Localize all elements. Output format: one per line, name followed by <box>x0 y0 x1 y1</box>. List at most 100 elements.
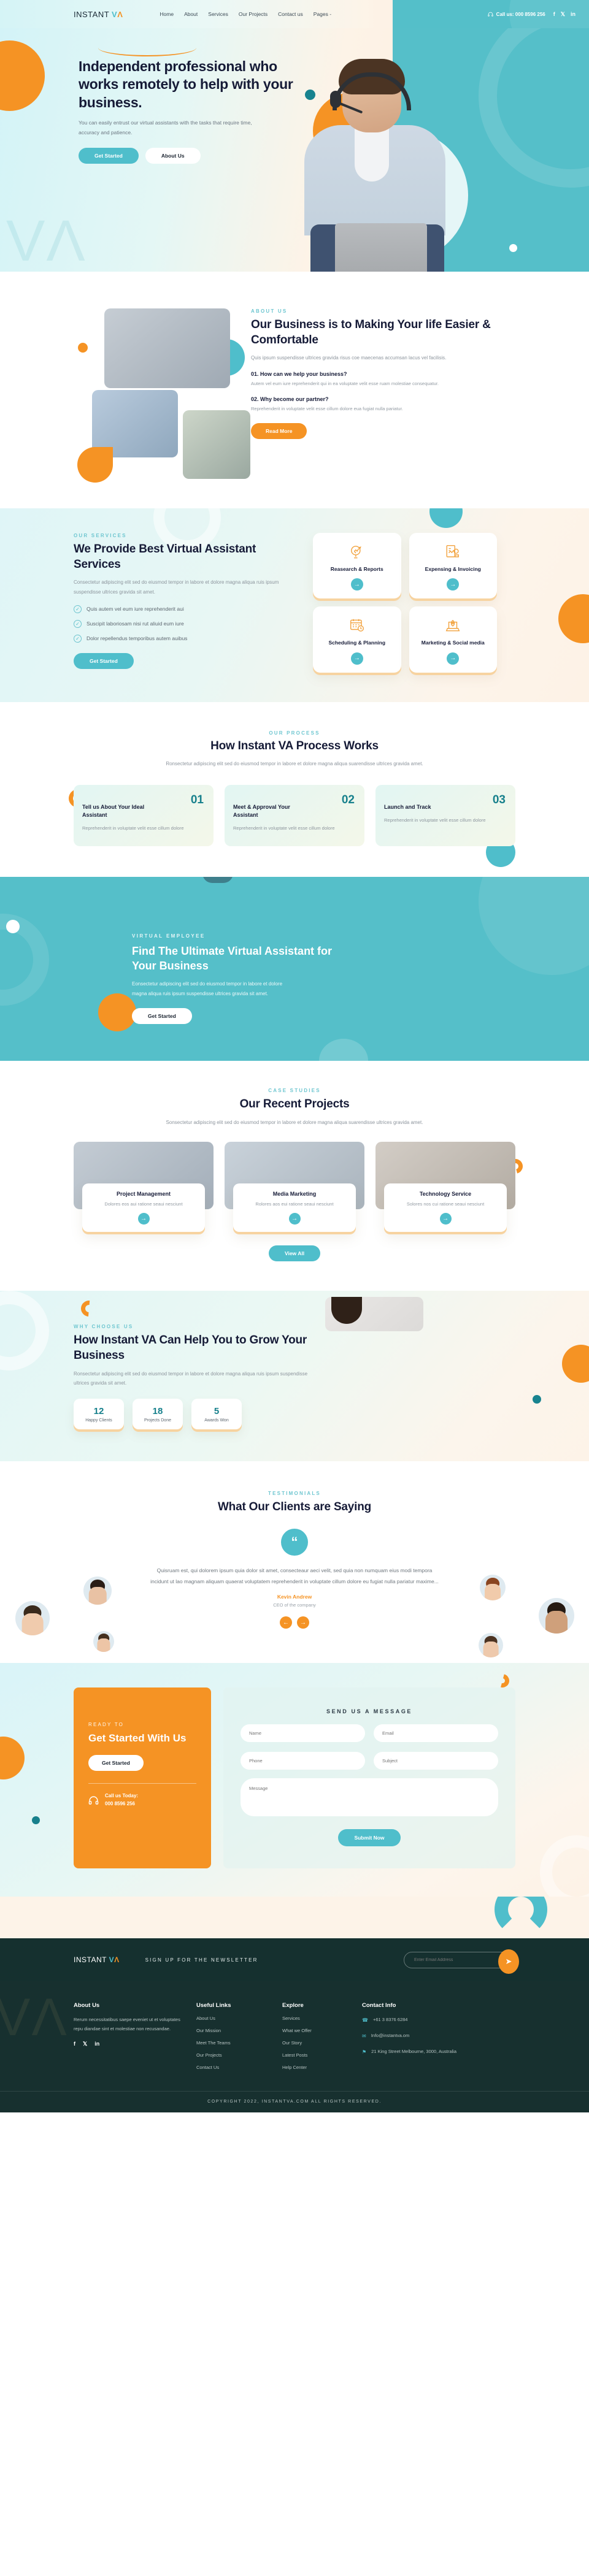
footer-link-about-us[interactable]: About Us <box>196 2016 274 2021</box>
avatar[interactable] <box>479 1632 503 1657</box>
nav-item-contact-us[interactable]: Contact us <box>278 11 303 17</box>
process-step-title: Meet & Approval Your Assistant <box>233 803 290 818</box>
why-stats: 12 Happy Clients 18 Projects Done 5 Awar… <box>74 1398 319 1429</box>
about-decor-orange-dot <box>78 343 88 353</box>
footer-link-services[interactable]: Services <box>282 2016 353 2021</box>
linkedin-icon[interactable]: in <box>571 11 576 18</box>
process-header: OUR PROCESS How Instant VA Process Works… <box>104 730 485 769</box>
about-faq-question-1[interactable]: 01. How can we help your business? <box>251 371 499 377</box>
paper-plane-icon[interactable]: ➤ <box>498 1949 519 1974</box>
service-card[interactable]: Marketing & Social media → <box>409 606 497 673</box>
service-card[interactable]: Reasearch & Reports → <box>313 533 401 599</box>
check-circle-icon: ✓ <box>74 619 82 628</box>
contact-ready-label: READY TO <box>88 1722 125 1728</box>
service-card[interactable]: Expensing & Invoicing → <box>409 533 497 599</box>
arrow-right-icon[interactable]: → <box>439 1213 452 1225</box>
process-step-number: 01 <box>190 793 204 806</box>
arrow-right-icon[interactable]: → <box>350 578 363 591</box>
services-check-item: ✓ Suscipit laboriosam nisi rut aliuid eum… <box>74 619 294 628</box>
header-call[interactable]: Call us: 000 8596 256 <box>488 12 545 17</box>
process-description: Ronsectetur adipiscing elit sed do eiusm… <box>166 761 423 767</box>
submit-now-button[interactable]: Submit Now <box>338 1829 401 1847</box>
cta-decor-white-dot <box>6 919 20 933</box>
about-faq-question-2[interactable]: 02. Why become our partner? <box>251 396 499 402</box>
linkedin-icon[interactable]: in <box>94 2041 99 2047</box>
arrow-left-icon[interactable]: ← <box>280 1616 292 1629</box>
project-item[interactable]: Technology Service Solores nos cui ratio… <box>375 1141 515 1233</box>
twitter-icon[interactable]: 𝕏 <box>561 11 565 18</box>
footer-logo[interactable]: INSTANT VΛ <box>74 1955 120 1964</box>
stat-label: Awards Won <box>204 1418 229 1423</box>
newsletter-decor-wrap <box>0 1897 589 1939</box>
testimonials-section: TESTIMONIALS What Our Clients are Saying… <box>0 1461 589 1664</box>
arrow-right-icon[interactable]: → <box>350 652 363 665</box>
process-step[interactable]: 02 Meet & Approval Your Assistant Repreh… <box>225 784 364 846</box>
contact-get-started-button[interactable]: Get Started <box>88 1755 144 1771</box>
project-item[interactable]: Media Marketing Rolores aos eui ratione … <box>225 1141 364 1233</box>
about-photo-woman <box>183 410 250 479</box>
arrow-right-icon[interactable]: → <box>288 1213 301 1225</box>
projects-eyebrow: CASE STUDIES <box>268 1087 321 1093</box>
process-step[interactable]: 03 Launch and Track Reprehenderit in vol… <box>375 784 515 846</box>
hero-get-started-button[interactable]: Get Started <box>79 147 139 164</box>
email-field[interactable] <box>374 1724 498 1743</box>
footer-link-meet-the-teams[interactable]: Meet The Teams <box>196 2040 274 2046</box>
footer-social: f 𝕏 in <box>74 2041 188 2047</box>
projects-header: CASE STUDIES Our Recent Projects Sonsect… <box>98 1088 491 1127</box>
stat-label: Projects Done <box>144 1418 171 1423</box>
nav-item-services[interactable]: Services <box>208 11 228 17</box>
footer-contact-phone-text: +61 3 8376 6284 <box>372 2017 408 2023</box>
name-field[interactable] <box>241 1724 365 1743</box>
cta-get-started-button[interactable]: Get Started <box>132 1007 192 1024</box>
footer-link-our-mission[interactable]: Our Mission <box>196 2028 274 2033</box>
cta-description: Eonsectetur adipiscing elit sed do eiusm… <box>132 981 283 997</box>
message-field[interactable] <box>241 1778 498 1817</box>
avatar[interactable] <box>93 1630 114 1652</box>
hero-about-us-button[interactable]: About Us <box>145 147 201 164</box>
footer-link-our-story[interactable]: Our Story <box>282 2040 353 2046</box>
avatar[interactable] <box>539 1597 574 1634</box>
footer-link-latest-posts[interactable]: Latest Posts <box>282 2052 353 2058</box>
about-faq-answer-2: Reprehenderit in voluptate velit esse ci… <box>251 405 403 411</box>
about-read-more-button[interactable]: Read More <box>251 423 307 440</box>
footer-contact-phone[interactable]: ☎ +61 3 8376 6284 <box>362 2016 476 2025</box>
arrow-right-icon[interactable]: → <box>137 1213 150 1225</box>
services-check-item: ✓ Quis autem vel eum iure reprehenderit a… <box>74 605 294 613</box>
footer-link-our-projects[interactable]: Our Projects <box>196 2052 274 2058</box>
project-item[interactable]: Project Management Dolores eos aui ratio… <box>74 1141 214 1233</box>
arrow-right-icon[interactable]: → <box>297 1616 309 1629</box>
newsletter-decor-teal-arc <box>495 1897 547 1936</box>
footer-contact-email[interactable]: ✉ Info@instantva.om <box>362 2032 476 2041</box>
footer-link-what-we-offer[interactable]: What we Offer <box>282 2028 353 2033</box>
nav-item-our-projects[interactable]: Our Projects <box>239 11 268 17</box>
process-steps: 01 Tell us About Your Ideal Assistant Re… <box>74 784 515 846</box>
footer-contact-address-text: 21 King Street Melbourne, 3000, Australi… <box>371 2048 457 2054</box>
site-logo[interactable]: INSTANT VΛ <box>74 10 123 19</box>
nav-item-home[interactable]: Home <box>160 11 174 17</box>
services-get-started-button[interactable]: Get Started <box>74 652 134 669</box>
landing-page: INSTANT VΛ Home About Services Our Proje… <box>0 0 589 2113</box>
subject-field[interactable] <box>374 1752 498 1770</box>
nav-item-pages[interactable]: Pages - <box>314 11 331 17</box>
avatar[interactable] <box>15 1600 50 1635</box>
footer-watermark: VΛ <box>0 1988 68 2047</box>
process-step[interactable]: 01 Tell us About Your Ideal Assistant Re… <box>74 784 214 846</box>
phone-field[interactable] <box>241 1752 365 1770</box>
facebook-icon[interactable]: f <box>553 11 555 18</box>
footer-link-contact-us[interactable]: Contact Us <box>196 2065 274 2070</box>
twitter-icon[interactable]: 𝕏 <box>83 2041 87 2047</box>
cta-eyebrow: VIRTUAL EMPLOYEE <box>132 933 206 939</box>
about-eyebrow: ABOUT US <box>251 308 288 314</box>
service-card[interactable]: Scheduling & Planning → <box>313 606 401 673</box>
nav-item-about[interactable]: About <box>184 11 198 17</box>
mail-icon: ✉ <box>362 2033 366 2039</box>
arrow-right-icon[interactable]: → <box>447 652 460 665</box>
arrow-right-icon[interactable]: → <box>447 578 460 591</box>
projects-view-all-button[interactable]: View All <box>268 1245 321 1262</box>
avatar[interactable] <box>480 1574 506 1600</box>
contact-call-block[interactable]: Call us Today: 000 8596 256 <box>88 1792 196 1808</box>
projects-title: Our Recent Projects <box>239 1097 350 1110</box>
avatar[interactable] <box>83 1576 112 1605</box>
footer-link-help-center[interactable]: Help Center <box>282 2065 353 2070</box>
facebook-icon[interactable]: f <box>74 2041 75 2047</box>
